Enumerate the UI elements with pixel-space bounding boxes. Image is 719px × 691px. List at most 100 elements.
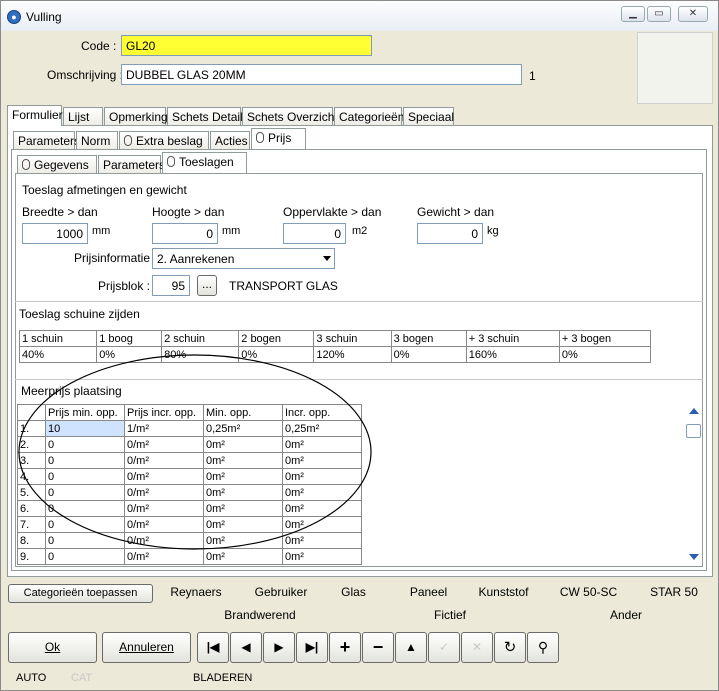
schuine-header: 3 bogen xyxy=(390,330,467,347)
status-cat: CAT xyxy=(71,672,93,684)
category-glas[interactable]: Glas xyxy=(316,585,391,599)
tab-lijst[interactable]: Lijst xyxy=(63,107,103,126)
gewicht-unit: kg xyxy=(487,225,499,237)
scroll-thumb[interactable] xyxy=(686,424,701,438)
status-mode: BLADEREN xyxy=(193,672,253,684)
schuine-cell[interactable]: 0% xyxy=(558,346,652,363)
first-record-icon[interactable]: |◀ xyxy=(197,632,229,663)
breedte-label: Breedte > dan xyxy=(22,205,98,219)
vertical-scrollbar[interactable] xyxy=(686,404,702,566)
schuine-header: 1 boog xyxy=(96,330,163,347)
app-icon: ● xyxy=(7,10,21,24)
ok-button[interactable]: Ok xyxy=(8,632,97,663)
description-input[interactable]: DUBBEL GLAS 20MM xyxy=(121,64,522,85)
add-record-icon[interactable]: + xyxy=(329,632,361,663)
hoogte-label: Hoogte > dan xyxy=(152,205,225,219)
category-kunststof[interactable]: Kunststof xyxy=(466,585,541,599)
prijsblok-label: Prijsblok : xyxy=(98,279,151,293)
description-label: Omschrijving : xyxy=(47,68,124,82)
gewicht-input[interactable]: 0 xyxy=(417,223,483,244)
tab-schets-overzicht[interactable]: Schets Overzicht xyxy=(242,107,338,126)
tab-categorieen[interactable]: Categorieën xyxy=(334,107,404,126)
scroll-down-icon[interactable] xyxy=(689,554,699,560)
category-paneel[interactable]: Paneel xyxy=(391,585,466,599)
category-fictief[interactable]: Fictief xyxy=(364,608,536,622)
categorieen-toepassen-button[interactable]: Categorieën toepassen xyxy=(8,584,153,603)
tab-toeslagen[interactable]: Toeslagen xyxy=(162,152,247,173)
chevron-down-icon[interactable] xyxy=(323,256,331,261)
schuine-header: + 3 schuin xyxy=(465,330,560,347)
schuine-header: 3 schuin xyxy=(313,330,392,347)
tab-norm[interactable]: Norm xyxy=(76,131,118,150)
edit-record-icon[interactable]: ▲ xyxy=(395,632,427,663)
category-gebruiker[interactable]: Gebruiker xyxy=(241,585,321,599)
category-reynaers[interactable]: Reynaers xyxy=(156,585,236,599)
schuine-header: 2 bogen xyxy=(238,330,315,347)
confirm-icon[interactable]: ✓ xyxy=(428,632,460,663)
breedte-input[interactable]: 1000 xyxy=(22,223,88,244)
tab-opmerking[interactable]: Opmerking xyxy=(104,107,168,126)
code-label: Code : xyxy=(81,39,117,53)
category-star50[interactable]: STAR 50 xyxy=(633,585,715,599)
oppervlakte-label: Oppervlakte > dan xyxy=(283,205,382,219)
schuine-cell[interactable]: 0% xyxy=(390,346,467,363)
minimize-button[interactable]: ▁ xyxy=(621,6,645,22)
category-ander[interactable]: Ander xyxy=(536,608,716,622)
hoogte-input[interactable]: 0 xyxy=(152,223,218,244)
schuine-header: 2 schuin xyxy=(161,330,240,347)
gewicht-label: Gewicht > dan xyxy=(417,205,495,219)
schuine-cell[interactable]: 160% xyxy=(465,346,560,363)
image-preview xyxy=(637,32,713,104)
prijsblok-description: TRANSPORT GLAS xyxy=(229,279,338,293)
next-record-icon[interactable]: ▶ xyxy=(263,632,295,663)
close-button[interactable]: ✕ xyxy=(678,6,708,22)
hoogte-unit: mm xyxy=(222,225,241,237)
delete-record-icon[interactable]: − xyxy=(362,632,394,663)
section-toeslag-afmetingen: Toeslag afmetingen en gewicht xyxy=(22,183,187,197)
tab-toeslagen-label: Toeslagen xyxy=(179,155,234,169)
title-bar: ● Vulling ▁ ▭ ✕ xyxy=(1,1,718,31)
refresh-icon[interactable]: ↻ xyxy=(494,632,526,663)
tab-acties[interactable]: Acties xyxy=(210,131,250,150)
previous-record-icon[interactable]: ◀ xyxy=(230,632,262,663)
maximize-button[interactable]: ▭ xyxy=(647,6,671,22)
scroll-up-icon[interactable] xyxy=(689,408,699,414)
tab-inner-parameters[interactable]: Parameters xyxy=(98,155,165,174)
status-auto: AUTO xyxy=(16,672,47,684)
divider xyxy=(15,301,703,302)
tab-prijs-label: Prijs xyxy=(268,131,292,145)
last-record-icon[interactable]: ▶| xyxy=(296,632,328,663)
tab-prijs[interactable]: Prijs xyxy=(251,128,306,149)
breedte-unit: mm xyxy=(92,225,111,237)
tab-gegevens[interactable]: Gegevens xyxy=(17,155,97,174)
schuine-header: 1 schuin xyxy=(18,330,98,347)
prijsinformatie-value: 2. Aanrekenen xyxy=(157,252,235,266)
prijsblok-browse-button[interactable]: ... xyxy=(197,275,217,296)
tab-extra-beslag[interactable]: Extra beslag xyxy=(119,131,209,150)
oppervlakte-input[interactable]: 0 xyxy=(283,223,346,244)
code-input[interactable]: GL20 xyxy=(121,35,372,56)
description-count: 1 xyxy=(529,69,536,83)
window: ● Vulling ▁ ▭ ✕ Code : GL20 Omschrijving… xyxy=(0,0,719,691)
window-title: Vulling xyxy=(26,10,62,24)
tab-formulier[interactable]: Formulier xyxy=(7,105,63,126)
prijsblok-input[interactable]: 95 xyxy=(152,275,190,296)
annotation-ellipse xyxy=(18,354,372,550)
prijsinformatie-label: Prijsinformatie : xyxy=(74,251,157,265)
category-brandwerend[interactable]: Brandwerend xyxy=(156,608,364,622)
binoculars-icon[interactable]: ⚲ xyxy=(527,632,559,663)
oppervlakte-unit: m2 xyxy=(352,225,368,237)
prijsinformatie-select[interactable]: 2. Aanrekenen xyxy=(152,248,335,269)
paperclip-icon xyxy=(256,132,264,143)
tab-parameters[interactable]: Parameters xyxy=(13,131,80,150)
tab-speciaal[interactable]: Speciaal xyxy=(403,107,454,126)
section-schuine-zijden: Toeslag schuine zijden xyxy=(19,307,140,321)
paperclip-icon xyxy=(22,159,30,170)
schuine-header: + 3 bogen xyxy=(558,330,652,347)
category-cw50sc[interactable]: CW 50-SC xyxy=(546,585,631,599)
cancel-button[interactable]: Annuleren xyxy=(102,632,191,663)
tab-gegevens-label: Gegevens xyxy=(34,158,89,172)
tab-extra-beslag-label: Extra beslag xyxy=(136,134,203,148)
tab-schets-detail[interactable]: Schets Detail xyxy=(167,107,243,126)
cancel-edit-icon[interactable]: ✕ xyxy=(461,632,493,663)
